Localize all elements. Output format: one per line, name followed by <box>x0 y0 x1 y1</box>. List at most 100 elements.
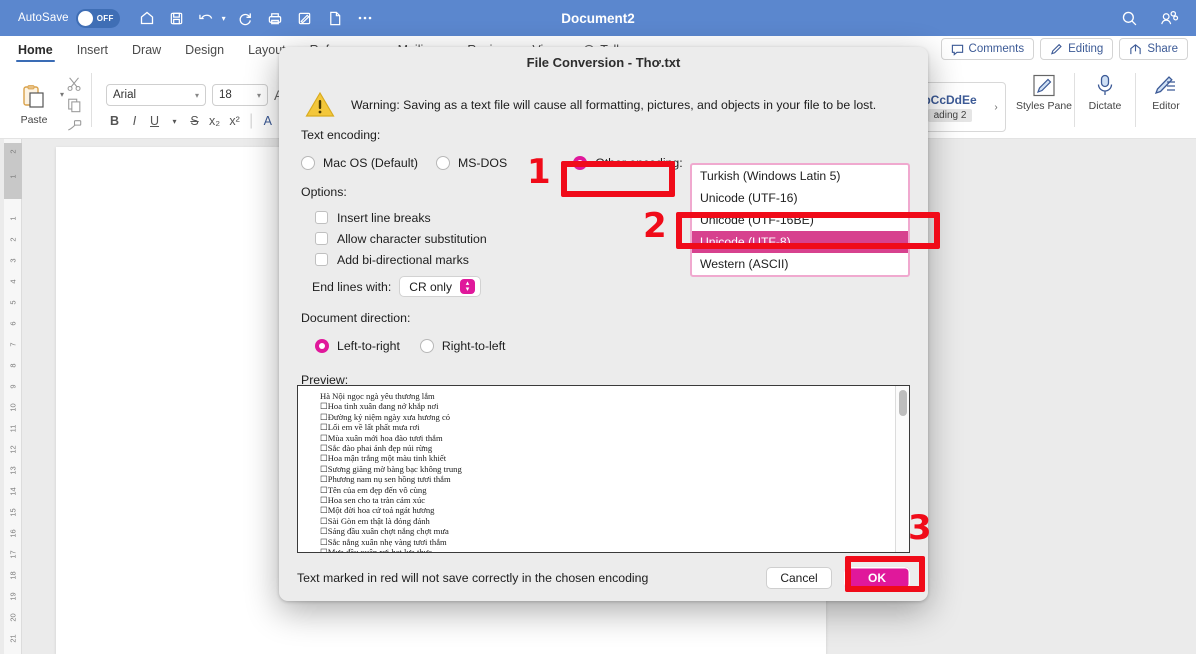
preview-scrollbar[interactable] <box>895 386 909 552</box>
styles-pane-button[interactable]: Styles Pane <box>1014 63 1074 113</box>
ruler-tick: 18 <box>8 571 18 580</box>
bold-button[interactable]: B <box>109 114 120 128</box>
file-conversion-dialog: File Conversion - Thơ.txt Warning: Savin… <box>279 47 928 601</box>
paste-label: Paste <box>20 113 48 126</box>
ruler-tick: 8 <box>8 363 18 368</box>
preview-line: ☐Sài Gòn em thật là đỏng đảnh <box>320 515 430 526</box>
copy-icon[interactable] <box>66 97 83 113</box>
encoding-listbox[interactable]: Turkish (Windows Latin 5) Unicode (UTF-1… <box>690 163 910 277</box>
paste-dropdown-icon[interactable]: ▾ <box>60 90 64 99</box>
chevron-down-icon: ▾ <box>195 90 200 100</box>
preview-text: Hà Nội ngọc ngà yêu thương lắm ☐Hoa tình … <box>298 386 895 552</box>
list-item-selected[interactable]: Unicode (UTF-8) <box>692 231 908 253</box>
end-lines-select[interactable]: CR only ▴ ▾ <box>399 276 481 297</box>
preview-line: ☐Tên của em đẹp đến vô cùng <box>320 484 427 495</box>
subscript-button[interactable]: x₂ <box>209 114 220 128</box>
ruler-tick: 2 <box>8 237 18 242</box>
autosave-switch[interactable]: OFF <box>75 8 120 28</box>
tab-draw[interactable]: Draw <box>120 36 173 63</box>
checkbox-allow-character-substitution[interactable] <box>315 232 328 245</box>
ruler-tick: 2 <box>8 149 18 154</box>
style-name-label: ading 2 <box>927 108 973 122</box>
checkbox-insert-line-breaks[interactable] <box>315 211 328 224</box>
ruler-tick: 5 <box>8 300 18 305</box>
radio-ms-dos[interactable] <box>435 156 450 170</box>
format-painter-icon[interactable] <box>66 118 83 134</box>
styles-more-icon[interactable]: › <box>987 83 1005 131</box>
strikethrough-button[interactable]: S <box>189 114 200 128</box>
italic-button[interactable]: I <box>129 114 140 128</box>
undo-icon[interactable] <box>194 5 220 31</box>
ruler-tick: 15 <box>8 508 18 517</box>
cancel-button[interactable]: Cancel <box>766 566 832 589</box>
scrollbar-thumb[interactable] <box>899 390 907 416</box>
ruler-tick: 1 <box>8 216 18 221</box>
tab-home-label: Home <box>18 42 53 57</box>
print-icon[interactable] <box>262 5 288 31</box>
list-item[interactable]: Western (ASCII) <box>692 253 908 275</box>
list-item[interactable]: Unicode (UTF-16BE) <box>692 209 908 231</box>
editor-label: Editor <box>1152 100 1180 112</box>
redo-icon[interactable] <box>232 5 258 31</box>
radio-right-to-left-label: Right-to-left <box>441 339 506 353</box>
ruler-tick: 9 <box>8 384 18 389</box>
save-icon[interactable] <box>164 5 190 31</box>
home-icon[interactable] <box>134 5 160 31</box>
tab-design[interactable]: Design <box>173 36 236 63</box>
style-preview-text: bCcDdEe <box>923 92 977 107</box>
radio-other-encoding-label: Other encoding: <box>595 156 683 170</box>
option-add-bidirectional-marks-label: Add bi-directional marks <box>337 252 469 267</box>
chevron-down-icon: ▾ <box>257 90 262 100</box>
radio-right-to-left[interactable] <box>419 339 434 353</box>
ok-button[interactable]: OK <box>844 566 910 589</box>
undo-dropdown-icon[interactable]: ▾ <box>222 14 226 23</box>
vertical-ruler: 2 1 1 2 3 4 5 6 7 8 9 10 11 12 13 14 15 16 17 18 19 20 21 <box>4 139 22 654</box>
warning-row: Warning: Saving as a text file will caus… <box>279 77 928 128</box>
search-icon[interactable] <box>1116 5 1142 31</box>
text-effects-icon[interactable]: A <box>262 114 273 128</box>
styles-pane-icon <box>1033 74 1055 97</box>
tab-home[interactable]: Home <box>6 36 65 63</box>
warning-text: Warning: Saving as a text file will caus… <box>351 97 877 112</box>
clipboard-group: Paste ▾ <box>0 63 91 139</box>
share-button[interactable]: Share <box>1119 38 1188 60</box>
ruler-tick: 14 <box>8 487 18 496</box>
save-as-icon[interactable] <box>292 5 318 31</box>
radio-other-encoding[interactable] <box>573 156 588 170</box>
dialog-buttons: Cancel OK <box>766 566 910 589</box>
dialog-title: File Conversion - Thơ.txt <box>279 47 928 77</box>
ruler-tick: 4 <box>8 279 18 284</box>
list-item[interactable]: Unicode (UTF-16) <box>692 187 908 209</box>
radio-left-to-right[interactable] <box>315 339 329 353</box>
cut-icon[interactable] <box>66 76 83 92</box>
list-item[interactable]: Turkish (Windows Latin 5) <box>692 165 908 187</box>
dictate-button[interactable]: Dictate <box>1075 63 1135 113</box>
tab-insert[interactable]: Insert <box>65 36 120 63</box>
preview-line: ☐Đường kỷ niệm ngày xưa hương cỏ <box>320 411 451 422</box>
checkbox-add-bidirectional-marks[interactable] <box>315 253 328 266</box>
radio-ms-dos-label: MS-DOS <box>457 156 508 170</box>
list-item[interactable]: Western (Mac OS Roman) <box>692 275 908 277</box>
autosave-toggle[interactable]: AutoSave OFF <box>18 8 120 28</box>
comments-button[interactable]: Comments <box>940 38 1035 60</box>
radio-mac-os[interactable] <box>301 156 315 170</box>
comments-label: Comments <box>968 43 1025 55</box>
autosave-label: AutoSave <box>18 12 69 24</box>
underline-button[interactable]: U <box>149 114 160 128</box>
preview-line: ☐Mùa xuân mới hoa đào tươi thắm <box>320 432 443 443</box>
preview-line: ☐Một đời hoa cứ toả ngát hương <box>320 505 435 516</box>
new-document-icon[interactable] <box>322 5 348 31</box>
superscript-button[interactable]: x² <box>229 114 240 128</box>
tab-design-label: Design <box>185 42 225 57</box>
preview-box[interactable]: Hà Nội ngọc ngà yêu thương lắm ☐Hoa tình … <box>297 385 910 553</box>
ribbon-right-buttons: Comments Editing Share <box>940 38 1188 60</box>
share-people-icon[interactable] <box>1156 5 1182 31</box>
more-options-icon[interactable] <box>352 5 378 31</box>
paste-button[interactable]: Paste <box>8 77 60 126</box>
editing-button[interactable]: Editing <box>1040 38 1114 60</box>
font-size-combo[interactable]: 18 ▾ <box>212 84 269 106</box>
font-family-combo[interactable]: Arial ▾ <box>106 84 207 106</box>
ruler-tick: 21 <box>8 634 18 643</box>
editor-button[interactable]: Editor <box>1136 63 1196 113</box>
underline-dropdown-icon[interactable]: ▾ <box>169 117 180 126</box>
